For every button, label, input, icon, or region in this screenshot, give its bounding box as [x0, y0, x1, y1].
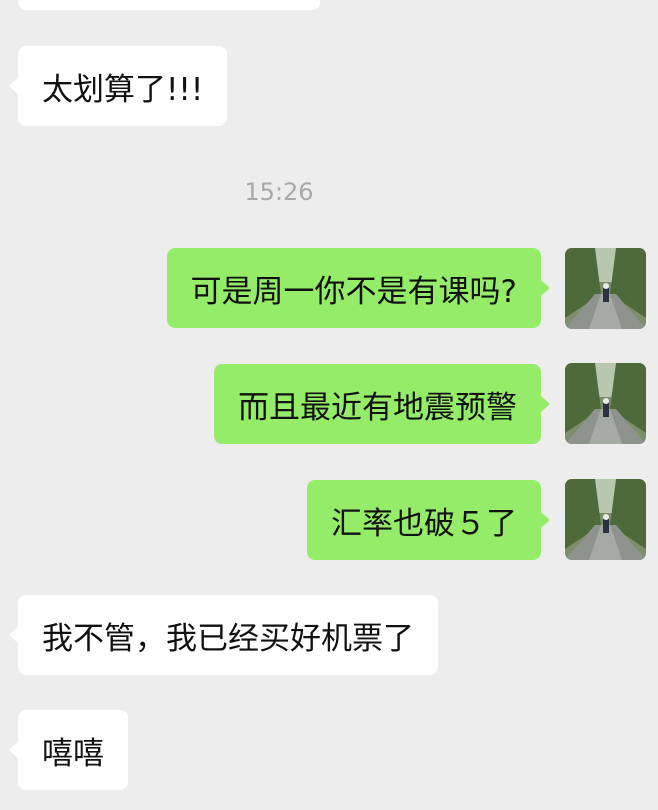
- user-avatar[interactable]: [565, 248, 646, 329]
- tree-lined-road-avatar-icon: [565, 248, 646, 329]
- tree-lined-road-avatar-icon: [565, 479, 646, 560]
- message-bubble-outgoing[interactable]: 可是周一你不是有课吗?: [166, 248, 551, 328]
- message-bubble-incoming[interactable]: 嘻嘻: [9, 710, 128, 790]
- message-text: 而且最近有地震预警: [238, 389, 517, 426]
- tree-lined-road-avatar-icon: [565, 363, 646, 444]
- message-text: 汇率也破５了: [331, 505, 517, 542]
- message-bubble-incoming[interactable]: 太划算了!!!: [8, 46, 228, 126]
- user-avatar[interactable]: [565, 363, 646, 444]
- message-bubble-incoming-partial[interactable]: [18, 0, 320, 10]
- message-text: 我不管，我已经买好机票了: [42, 620, 414, 657]
- user-avatar[interactable]: [565, 479, 646, 560]
- message-bubble-outgoing[interactable]: 而且最近有地震预警: [214, 364, 550, 444]
- message-text: 嘻嘻: [42, 735, 104, 772]
- message-text: 太划算了!!!: [42, 71, 204, 108]
- message-bubble-outgoing[interactable]: 汇率也破５了: [307, 480, 550, 560]
- message-bubble-incoming[interactable]: 我不管，我已经买好机票了: [9, 595, 438, 675]
- message-text: 可是周一你不是有课吗?: [190, 273, 517, 310]
- message-timestamp: 15:26: [244, 178, 314, 206]
